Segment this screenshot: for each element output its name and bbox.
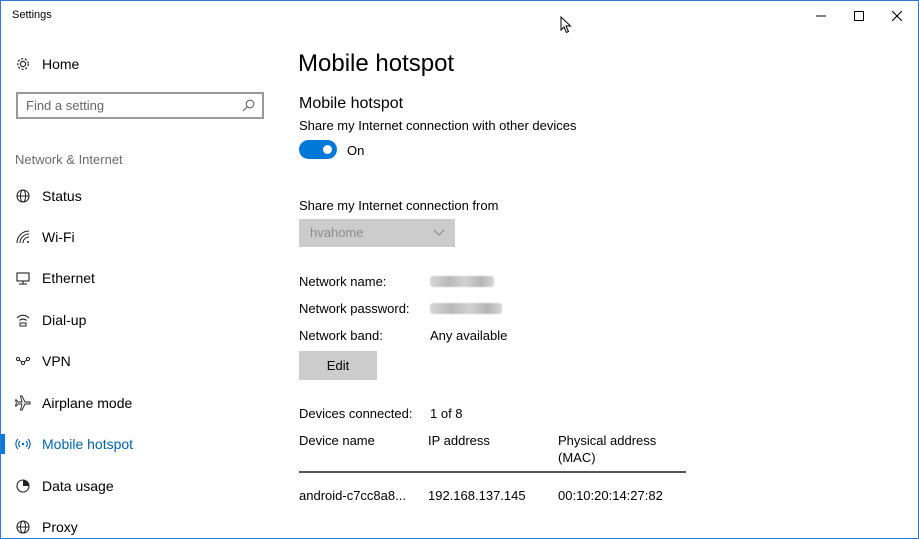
search-icon <box>242 99 255 112</box>
table-header-divider <box>299 471 686 473</box>
network-password-label: Network password: <box>299 301 410 316</box>
sidebar-item-label: Data usage <box>42 478 114 494</box>
column-header-ip-address: IP address <box>428 433 490 448</box>
sidebar-item-ethernet[interactable]: Ethernet <box>1 262 271 294</box>
hotspot-toggle[interactable] <box>299 140 337 159</box>
toggle-knob <box>323 145 332 154</box>
sidebar-item-wifi[interactable]: Wi-Fi <box>1 221 271 253</box>
sidebar-item-label: Airplane mode <box>42 395 133 411</box>
title-bar: Settings <box>1 1 918 31</box>
home-gear-icon <box>15 56 31 72</box>
sidebar-item-label: Proxy <box>42 519 78 535</box>
share-from-label: Share my Internet connection from <box>299 198 499 213</box>
search-placeholder: Find a setting <box>26 98 105 113</box>
close-icon <box>892 11 902 21</box>
main-content: Mobile hotspot Mobile hotspot Share my I… <box>298 31 908 538</box>
sidebar-item-label: VPN <box>42 353 71 369</box>
column-header-mac-line2: (MAC) <box>558 450 596 465</box>
sidebar-item-label: Status <box>42 188 82 204</box>
network-password-value-redacted <box>430 303 502 314</box>
sidebar-item-airplane[interactable]: Airplane mode <box>1 387 271 419</box>
column-header-device-name: Device name <box>299 433 375 448</box>
mac-address-cell: 00:10:20:14:27:82 <box>558 488 663 503</box>
close-button[interactable] <box>874 1 918 31</box>
sidebar: Home Find a setting Network & Internet S… <box>1 31 281 538</box>
globe-icon <box>15 519 31 535</box>
share-from-dropdown[interactable]: hvahome <box>299 219 455 247</box>
maximize-icon <box>854 11 864 21</box>
nav-home[interactable]: Home <box>15 54 79 74</box>
sidebar-item-data-usage[interactable]: Data usage <box>1 470 271 502</box>
sidebar-item-label: Ethernet <box>42 270 95 286</box>
network-name-value-redacted <box>430 276 494 287</box>
share-from-selected: hvahome <box>310 225 364 240</box>
globe-status-icon <box>15 188 31 204</box>
network-band-value: Any available <box>430 328 508 343</box>
vpn-icon <box>15 353 31 369</box>
active-indicator <box>1 434 5 454</box>
chevron-down-icon <box>433 229 445 236</box>
sidebar-item-dialup[interactable]: Dial-up <box>1 304 271 336</box>
devices-connected-count: 1 of 8 <box>430 406 463 421</box>
window-title: Settings <box>12 9 52 21</box>
column-header-mac-line1: Physical address <box>558 433 657 448</box>
wifi-icon <box>15 229 31 245</box>
sidebar-item-label: Dial-up <box>42 312 87 328</box>
ethernet-icon <box>15 270 31 286</box>
edit-button[interactable]: Edit <box>299 351 377 380</box>
toggle-state-label: On <box>347 143 365 158</box>
devices-connected-label: Devices connected: <box>299 406 413 421</box>
sidebar-item-status[interactable]: Status <box>1 180 271 212</box>
sidebar-item-label: Wi-Fi <box>42 229 75 245</box>
column-header-mac: Physical address (MAC) <box>558 432 656 466</box>
data-usage-icon <box>15 478 31 494</box>
sidebar-item-vpn[interactable]: VPN <box>1 345 271 377</box>
nav-home-label: Home <box>42 56 80 72</box>
page-title: Mobile hotspot <box>298 50 455 77</box>
ip-address-cell: 192.168.137.145 <box>428 488 526 503</box>
settings-window: Settings Home Find a setting Network & I… <box>0 0 919 539</box>
section-heading: Mobile hotspot <box>299 95 404 112</box>
sidebar-item-proxy[interactable]: Proxy <box>1 511 271 538</box>
dialup-icon <box>15 312 31 328</box>
device-name-cell: android-c7cc8a8... <box>299 488 406 503</box>
network-band-label: Network band: <box>299 328 383 343</box>
sidebar-item-mobile-hotspot[interactable]: Mobile hotspot <box>1 428 271 460</box>
sidebar-item-label: Mobile hotspot <box>42 436 134 452</box>
airplane-icon <box>15 395 31 411</box>
minimize-icon <box>816 15 826 17</box>
section-label: Network & Internet <box>15 152 123 167</box>
network-name-label: Network name: <box>299 274 387 289</box>
hotspot-icon <box>15 436 31 452</box>
share-description: Share my Internet connection with other … <box>299 118 577 133</box>
search-input[interactable]: Find a setting <box>16 92 264 119</box>
